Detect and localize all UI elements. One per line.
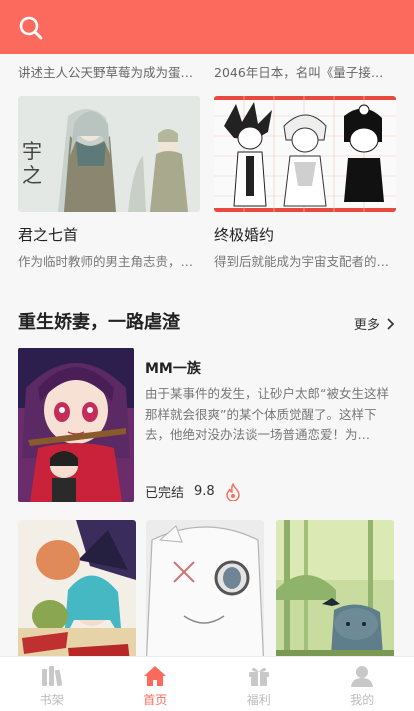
comic-cover[interactable]	[214, 96, 396, 212]
comic-cover[interactable]	[18, 348, 134, 502]
comic-title: MM一族	[145, 361, 201, 377]
home-feed[interactable]: 讲述主人公天野草莓为成为蛋… 2046年日本，名叫《量子接续… 宇 之 君之七首…	[0, 54, 414, 657]
comic-cover[interactable]	[146, 520, 264, 657]
comic-meta: 已完结 9.8	[145, 482, 241, 501]
rating-value: 9.8	[194, 484, 215, 499]
home-icon	[144, 666, 167, 686]
tab-home[interactable]: 首页	[104, 657, 208, 711]
svg-text:宇: 宇	[22, 139, 42, 163]
search-button[interactable]	[18, 15, 44, 41]
comic-title: 终极婚约	[214, 226, 275, 244]
comic-desc: 得到后就能成为宇宙支配者的…	[214, 254, 390, 269]
comic-cover[interactable]: 宇 之	[18, 96, 200, 212]
previous-card-desc: 2046年日本，名叫《量子接续…	[214, 65, 394, 80]
section-header: 重生娇妻，一路虐渣 更多	[18, 306, 396, 336]
user-icon	[351, 666, 374, 687]
featured-comic[interactable]: MM一族 由于某事件的发生，让砂户太郎“被女生这样那样就会很爽”的某个体质觉醒了…	[18, 348, 396, 502]
bottom-tab-bar: 书架 首页 福利 我的	[0, 656, 414, 711]
more-link[interactable]: 更多	[354, 314, 396, 333]
gift-icon	[248, 667, 269, 686]
comic-cover[interactable]	[276, 520, 394, 657]
comic-desc: 由于某事件的发生，让砂户太郎“被女生这样那样就会很爽”的某个体质觉醒了。这样下去…	[145, 386, 389, 442]
tab-label: 书架	[39, 693, 64, 707]
comic-card[interactable]: 终极婚约 得到后就能成为宇宙支配者的…	[214, 96, 396, 270]
top-bar	[0, 0, 414, 54]
previous-card-desc: 讲述主人公天野草莓为成为蛋…	[18, 65, 194, 80]
search-icon	[19, 16, 43, 40]
section-title: 重生娇妻，一路虐渣	[18, 312, 180, 333]
more-label: 更多	[353, 318, 380, 333]
flame-icon	[226, 482, 240, 501]
tab-label: 福利	[246, 693, 271, 707]
comic-card[interactable]: 宇 之 君之七首 作为临时教师的男主角志贵，…	[18, 96, 200, 270]
svg-text:之: 之	[22, 163, 42, 187]
comic-desc: 作为临时教师的男主角志贵，…	[18, 254, 194, 269]
status-badge: 已完结	[145, 486, 185, 501]
bookshelf-icon	[41, 666, 62, 687]
tab-label: 我的	[350, 693, 375, 707]
chevron-right-icon	[387, 318, 395, 330]
comic-title: 君之七首	[18, 226, 79, 244]
tab-label: 首页	[143, 693, 168, 707]
tab-welfare[interactable]: 福利	[207, 657, 311, 711]
comic-cover[interactable]	[18, 520, 136, 657]
tab-bookshelf[interactable]: 书架	[0, 657, 104, 711]
tab-mine[interactable]: 我的	[311, 657, 414, 711]
